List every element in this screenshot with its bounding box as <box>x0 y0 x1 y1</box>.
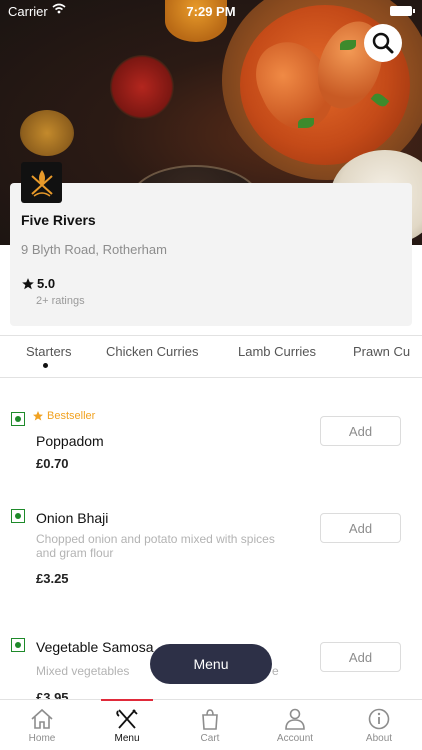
tab-lamb-curries[interactable]: Lamb Curries <box>238 344 316 359</box>
add-button[interactable]: Add <box>320 416 401 446</box>
item-price: £0.70 <box>36 456 69 471</box>
item-name: Onion Bhaji <box>36 510 109 526</box>
tab-starters[interactable]: Starters <box>26 344 72 359</box>
add-button[interactable]: Add <box>320 642 401 672</box>
coriander-leaf <box>340 40 356 50</box>
veg-icon <box>11 412 25 426</box>
item-description: Chopped onion and potato mixed with spic… <box>36 532 275 560</box>
divider <box>0 377 422 378</box>
item-price: £3.25 <box>36 571 69 586</box>
coriander-leaf <box>298 118 314 128</box>
spice-bowl <box>110 55 174 119</box>
nav-label: About <box>365 733 393 744</box>
user-icon <box>285 708 305 730</box>
restaurant-name: Five Rivers <box>21 212 96 228</box>
tab-prawn-curries[interactable]: Prawn Cu <box>353 344 410 359</box>
nav-label: Account <box>276 733 314 744</box>
bestseller-label: Bestseller <box>47 410 96 422</box>
item-description-tail: e <box>272 664 279 678</box>
rating-value: 5.0 <box>37 276 56 291</box>
item-name: Vegetable Samosa <box>36 639 154 655</box>
clock: 7:29 PM <box>186 4 236 19</box>
star-icon <box>33 411 43 421</box>
rating-count: 2+ ratings <box>36 295 85 307</box>
item-name: Poppadom <box>36 433 104 449</box>
nav-about[interactable]: About <box>344 700 414 750</box>
nav-label: Menu <box>114 733 140 744</box>
tab-chicken-curries[interactable]: Chicken Curries <box>106 344 198 359</box>
veg-icon <box>11 638 25 652</box>
nav-label: Home <box>28 733 56 744</box>
search-button[interactable] <box>364 24 402 62</box>
nav-cart[interactable]: Cart <box>175 700 245 750</box>
fork-knife-icon <box>116 709 138 729</box>
category-tabs: Starters Chicken Curries Lamb Curries Pr… <box>0 336 422 378</box>
veg-icon <box>11 509 25 523</box>
nav-account[interactable]: Account <box>260 700 330 750</box>
star-icon <box>22 277 34 289</box>
restaurant-address: 9 Blyth Road, Rotherham <box>21 242 167 257</box>
rating: 5.0 <box>21 276 55 291</box>
bottom-nav: Home Menu Cart Account About <box>0 699 422 750</box>
restaurant-logo <box>21 162 62 203</box>
info-icon <box>368 708 390 730</box>
battery-icon <box>390 6 415 16</box>
nav-menu[interactable]: Menu <box>92 700 162 750</box>
search-icon <box>372 32 394 54</box>
logo-icon <box>30 169 53 197</box>
menu-button[interactable]: Menu <box>150 644 272 684</box>
nav-label: Cart <box>200 733 220 744</box>
nav-home[interactable]: Home <box>7 700 77 750</box>
add-button[interactable]: Add <box>320 513 401 543</box>
home-icon <box>31 708 53 729</box>
status-bar: Carrier 7:29 PM <box>0 0 422 22</box>
bag-icon <box>202 709 218 730</box>
bestseller-badge: Bestseller <box>32 410 95 422</box>
active-tab-indicator <box>43 363 48 368</box>
spice-bowl <box>20 110 74 156</box>
